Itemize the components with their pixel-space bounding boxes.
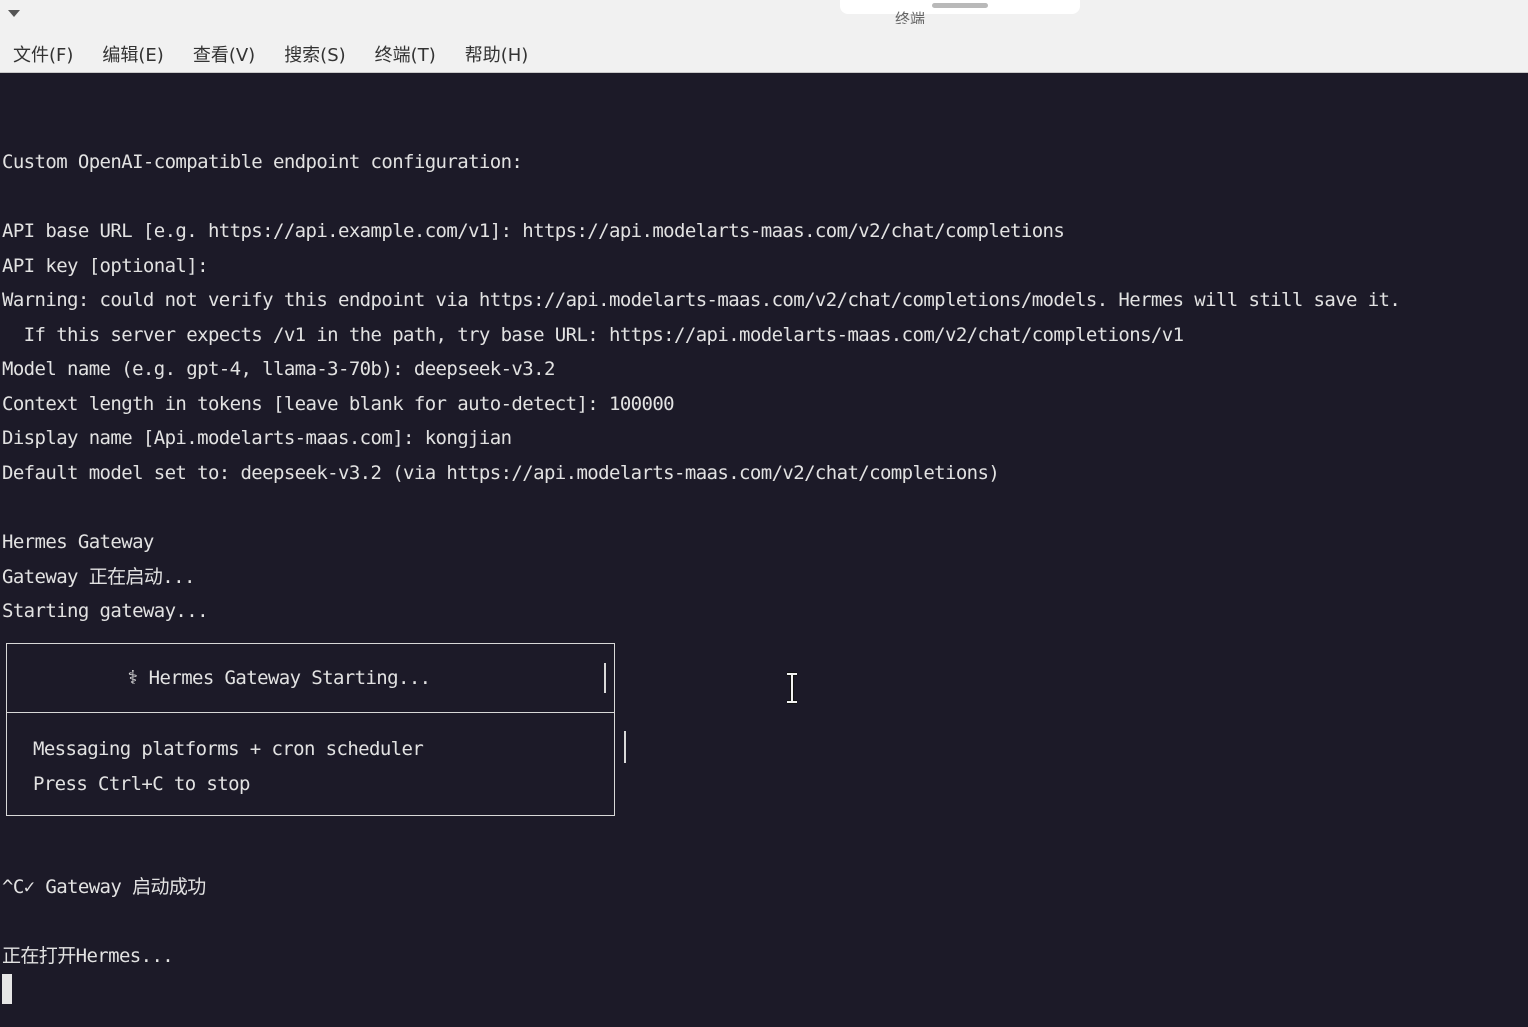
banner-title: ⚕ Hermes Gateway Starting... [127, 667, 431, 689]
banner-border-glitch [624, 731, 626, 763]
menu-view[interactable]: 查看(V) [193, 41, 255, 67]
banner-header-box: ⚕ Hermes Gateway Starting... [6, 643, 615, 713]
terminal-line: Gateway 正在启动... [2, 566, 195, 588]
window-menu-arrow-icon[interactable] [8, 10, 20, 17]
terminal-line: 正在打开Hermes... [2, 945, 174, 967]
terminal-line: API base URL [e.g. https://api.example.c… [2, 220, 1065, 242]
banner-border-glitch [604, 663, 606, 693]
menubar: 文件(F) 编辑(E) 查看(V) 搜索(S) 终端(T) 帮助(H) [0, 36, 1528, 73]
banner-line-1: Messaging platforms + cron scheduler [33, 738, 424, 760]
menu-help[interactable]: 帮助(H) [465, 41, 529, 67]
terminal-line: Model name (e.g. gpt-4, llama-3-70b): de… [2, 358, 555, 380]
terminal-output[interactable]: Custom OpenAI-compatible endpoint config… [0, 73, 1528, 1027]
banner-line-2: Press Ctrl+C to stop [33, 773, 250, 795]
terminal-line: Hermes Gateway [2, 531, 154, 553]
menu-file[interactable]: 文件(F) [13, 41, 73, 67]
terminal-line: Warning: could not verify this endpoint … [2, 289, 1401, 311]
terminal-line: Custom OpenAI-compatible endpoint config… [2, 151, 523, 173]
terminal-line: API key [optional]: [2, 255, 209, 277]
terminal-line: ^C✓ Gateway 启动成功 [2, 876, 206, 898]
window-title: 终端 [894, 10, 925, 24]
ibeam-cursor-icon [787, 672, 797, 704]
menu-terminal[interactable]: 终端(T) [375, 41, 436, 67]
menu-edit[interactable]: 编辑(E) [102, 41, 163, 67]
window-titlebar: 终端 [0, 0, 1528, 36]
terminal-line: Context length in tokens [leave blank fo… [2, 393, 675, 415]
terminal-line: Display name [Api.modelarts-maas.com]: k… [2, 427, 512, 449]
drag-handle[interactable] [932, 3, 988, 8]
menu-search[interactable]: 搜索(S) [284, 41, 345, 67]
terminal-line: Default model set to: deepseek-v3.2 (via… [2, 462, 1000, 484]
banner-body-box: Messaging platforms + cron scheduler Pre… [6, 712, 615, 816]
terminal-line: If this server expects /v1 in the path, … [2, 324, 1184, 346]
terminal-line: Starting gateway... [2, 600, 209, 622]
text-cursor [2, 974, 12, 1004]
